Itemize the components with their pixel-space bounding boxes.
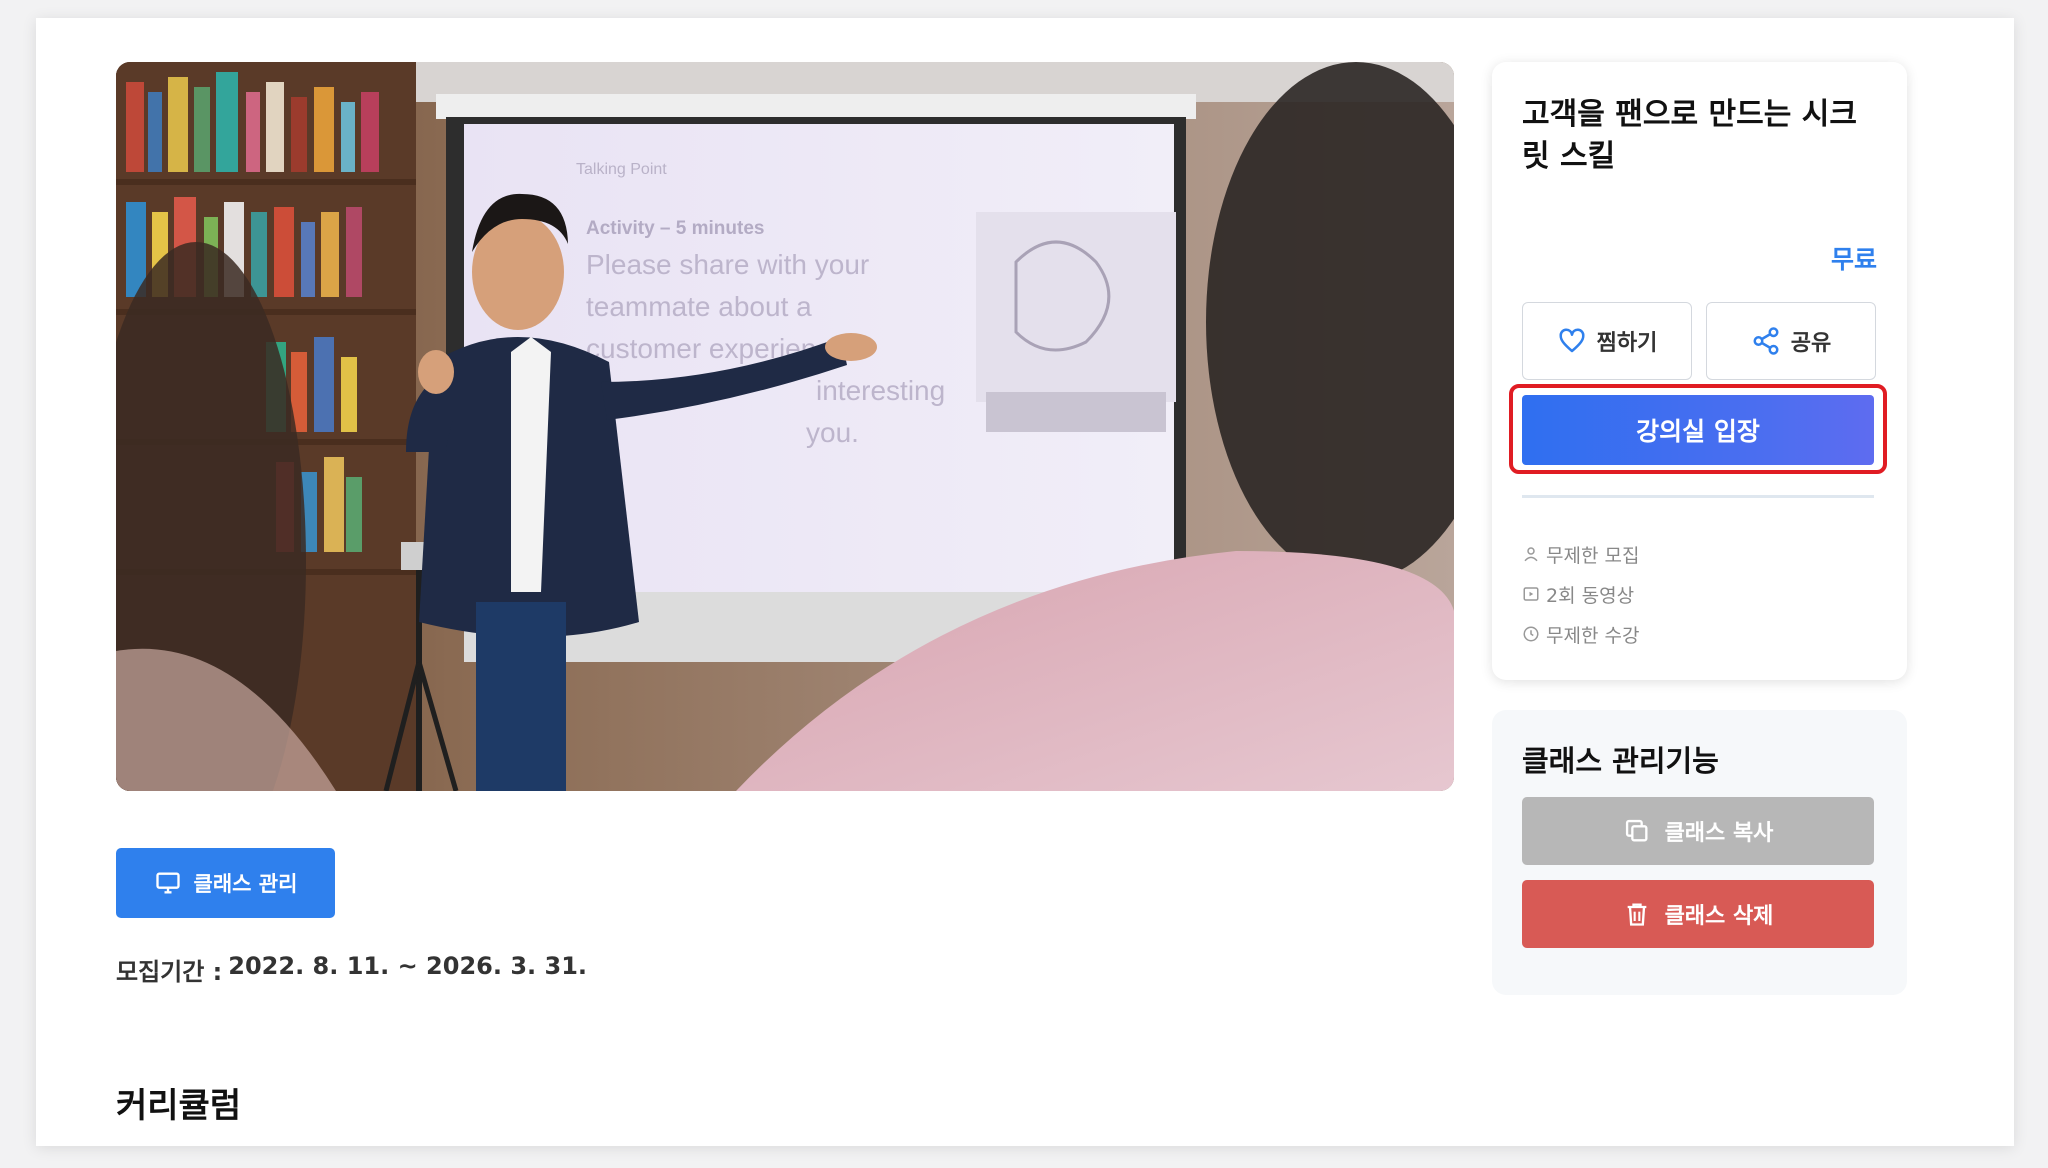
meta-videos: 2회 동영상 bbox=[1522, 574, 1639, 614]
clock-icon bbox=[1523, 626, 1539, 642]
svg-text:Please share with your: Please share with your bbox=[586, 249, 869, 280]
copy-class-button[interactable]: 클래스 복사 bbox=[1522, 797, 1874, 865]
course-info-card: 고객을 팬으로 만드는 시크릿 스킬 무료 찜하기 공유 강의실 입장 무제한 … bbox=[1492, 62, 1907, 680]
enter-classroom-button[interactable]: 강의실 입장 bbox=[1522, 395, 1874, 465]
recruit-period: 모집기간 : 2022. 8. 11. ~ 2026. 3. 31. bbox=[116, 952, 587, 987]
recruit-period-value: 2022. 8. 11. ~ 2026. 3. 31. bbox=[228, 952, 588, 980]
monitor-icon bbox=[155, 872, 180, 894]
share-label: 공유 bbox=[1790, 331, 1832, 356]
meta-recruit-text: 무제한 모집 bbox=[1546, 544, 1640, 567]
share-button[interactable]: 공유 bbox=[1706, 302, 1876, 380]
curriculum-title: 커리큘럼 bbox=[116, 1086, 242, 1126]
heart-icon bbox=[1559, 328, 1585, 353]
person-icon bbox=[1524, 547, 1538, 562]
delete-class-label: 클래스 삭제 bbox=[1664, 904, 1774, 929]
slide-activity: Activity – 5 minutes bbox=[586, 218, 764, 239]
class-manage-button[interactable]: 클래스 관리 bbox=[116, 848, 335, 918]
copy-class-label: 클래스 복사 bbox=[1664, 821, 1774, 846]
svg-text:you.: you. bbox=[806, 417, 859, 448]
wishlist-label: 찜하기 bbox=[1596, 331, 1658, 356]
video-play-icon bbox=[1523, 587, 1539, 601]
admin-title: 클래스 관리기능 bbox=[1522, 744, 1719, 778]
svg-text:interesting: interesting bbox=[816, 375, 945, 406]
delete-class-button[interactable]: 클래스 삭제 bbox=[1522, 880, 1874, 948]
slide-heading: Talking Point bbox=[576, 161, 667, 178]
trash-icon bbox=[1627, 903, 1646, 926]
meta-videos-text: 2회 동영상 bbox=[1546, 584, 1635, 607]
course-cover-image: Talking Point Activity – 5 minutes Pleas… bbox=[116, 62, 1454, 791]
course-title: 고객을 팬으로 만드는 시크릿 스킬 bbox=[1522, 97, 1857, 174]
recruit-period-label: 모집기간 : bbox=[116, 958, 223, 986]
class-admin-card: 클래스 관리기능 클래스 복사 클래스 삭제 bbox=[1492, 710, 1907, 995]
divider bbox=[1522, 495, 1874, 498]
share-icon bbox=[1753, 327, 1779, 355]
class-manage-label: 클래스 관리 bbox=[193, 872, 298, 896]
copy-icon bbox=[1625, 819, 1648, 842]
meta-recruit: 무제한 모집 bbox=[1522, 534, 1639, 574]
meta-duration: 무제한 수강 bbox=[1522, 614, 1639, 654]
page-container: Talking Point Activity – 5 minutes Pleas… bbox=[36, 18, 2014, 1146]
svg-text:teammate about a: teammate about a bbox=[586, 291, 812, 322]
course-price: 무료 bbox=[1830, 245, 1877, 274]
enter-classroom-label: 강의실 입장 bbox=[1636, 417, 1760, 446]
course-meta-list: 무제한 모집 2회 동영상 무제한 수강 bbox=[1522, 534, 1639, 654]
wishlist-button[interactable]: 찜하기 bbox=[1522, 302, 1692, 380]
meta-duration-text: 무제한 수강 bbox=[1546, 624, 1640, 647]
